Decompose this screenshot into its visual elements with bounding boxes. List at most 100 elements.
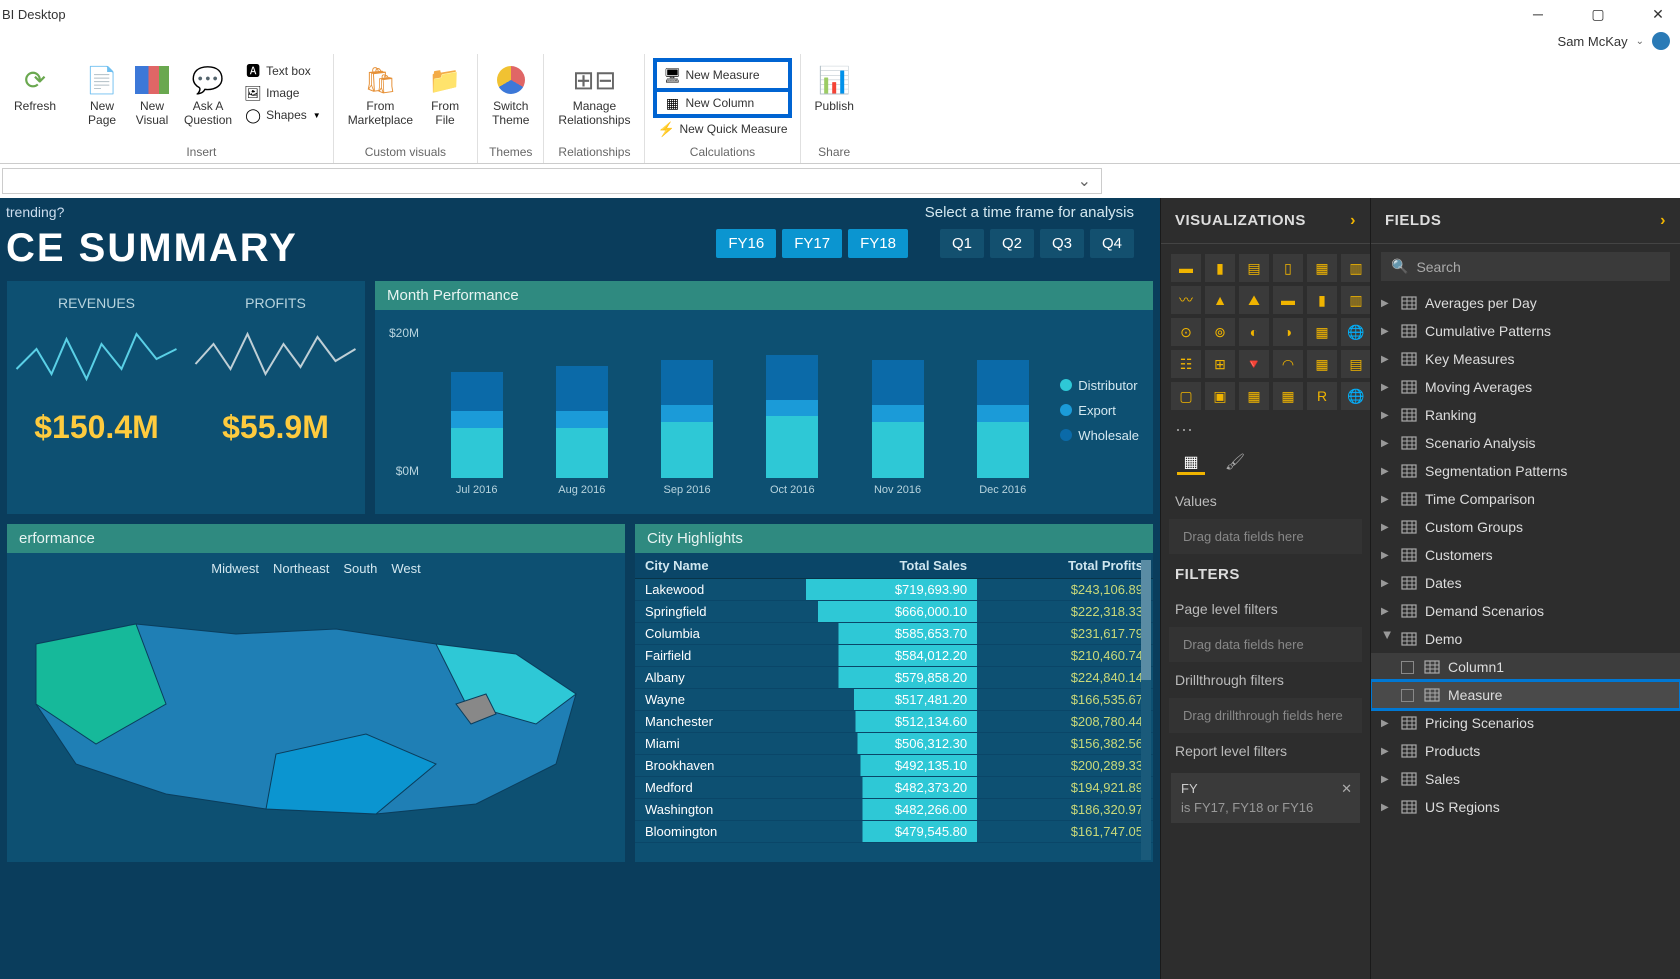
visual-type-icon[interactable]: ▦ <box>1273 382 1303 410</box>
publish-button[interactable]: 📊 Publish <box>809 58 860 118</box>
slicer-q1[interactable]: Q1 <box>940 229 984 258</box>
visual-type-icon[interactable]: ▤ <box>1341 350 1371 378</box>
visual-type-icon[interactable]: ▬ <box>1171 254 1201 282</box>
window-minimize[interactable]: ─ <box>1518 2 1558 26</box>
table-row[interactable]: Albany$579,858.20$224,840.14 <box>635 667 1153 689</box>
visual-type-icon[interactable]: ▥ <box>1341 254 1371 282</box>
table-row[interactable]: Springfield$666,000.10$222,318.33 <box>635 601 1153 623</box>
visual-type-icon[interactable]: ▲ <box>1205 286 1235 314</box>
switch-theme-button[interactable]: Switch Theme <box>486 58 535 132</box>
user-avatar[interactable] <box>1652 32 1670 50</box>
visual-type-icon[interactable]: 🌐 <box>1341 318 1371 346</box>
table-item[interactable]: ▶Sales <box>1371 765 1680 793</box>
visual-type-icon[interactable]: ▮ <box>1205 254 1235 282</box>
visual-type-icon[interactable]: ▣ <box>1205 382 1235 410</box>
visual-type-icon[interactable]: ◑ <box>1273 318 1303 346</box>
field-checkbox[interactable] <box>1401 661 1414 674</box>
visual-type-icon[interactable]: ⊞ <box>1205 350 1235 378</box>
visual-type-icon[interactable]: ⛰ <box>1239 286 1269 314</box>
fields-collapse-icon[interactable]: › <box>1660 212 1666 230</box>
table-row[interactable]: Columbia$585,653.70$231,617.79 <box>635 623 1153 645</box>
visual-type-icon[interactable]: 〰 <box>1171 286 1201 314</box>
from-file-button[interactable]: 📁 From File <box>421 58 469 132</box>
slicer-q4[interactable]: Q4 <box>1090 229 1134 258</box>
slicer-q3[interactable]: Q3 <box>1040 229 1084 258</box>
visual-type-icon[interactable]: 🌐 <box>1341 382 1371 410</box>
visual-type-icon[interactable]: ▦ <box>1239 382 1269 410</box>
slicer-q2[interactable]: Q2 <box>990 229 1034 258</box>
table-item[interactable]: ▶Demo <box>1371 625 1680 653</box>
table-row[interactable]: Wayne$517,481.20$166,535.67 <box>635 689 1153 711</box>
from-marketplace-button[interactable]: 🛍 From Marketplace <box>342 58 419 132</box>
image-button[interactable]: 🖼Image <box>240 82 325 104</box>
visual-type-icon[interactable]: ▯ <box>1273 254 1303 282</box>
report-filter-fy[interactable]: FY ✕ is FY17, FY18 or FY16 <box>1171 773 1360 823</box>
table-row[interactable]: Lakewood$719,693.90$243,106.89 <box>635 579 1153 601</box>
table-item[interactable]: ▶Scenario Analysis <box>1371 429 1680 457</box>
city-highlights-card[interactable]: City Highlights City Name Total Sales To… <box>634 523 1154 863</box>
vis-collapse-icon[interactable]: › <box>1350 212 1356 230</box>
table-item[interactable]: ▶Moving Averages <box>1371 373 1680 401</box>
slicer-fy18[interactable]: FY18 <box>848 229 908 258</box>
visual-type-icon[interactable]: ▦ <box>1307 350 1337 378</box>
new-column-button[interactable]: ▦New Column <box>653 92 791 118</box>
table-row[interactable]: Miami$506,312.30$156,382.56 <box>635 733 1153 755</box>
col-city[interactable]: City Name <box>635 553 806 579</box>
table-row[interactable]: Brookhaven$492,135.10$200,289.33 <box>635 755 1153 777</box>
slicer-fy16[interactable]: FY16 <box>716 229 776 258</box>
table-row[interactable]: Washington$482,266.00$186,320.97 <box>635 799 1153 821</box>
new-quick-measure-button[interactable]: ⚡New Quick Measure <box>653 118 791 140</box>
slicer-fy17[interactable]: FY17 <box>782 229 842 258</box>
new-visual-button[interactable]: New Visual <box>128 58 176 132</box>
more-visuals-icon[interactable]: ⋯ <box>1161 420 1370 441</box>
table-item[interactable]: ▶Cumulative Patterns <box>1371 317 1680 345</box>
table-item[interactable]: ▶Key Measures <box>1371 345 1680 373</box>
table-item[interactable]: ▶Custom Groups <box>1371 513 1680 541</box>
visual-type-icon[interactable]: ▢ <box>1171 382 1201 410</box>
textbox-button[interactable]: 🅰Text box <box>240 60 325 82</box>
table-item[interactable]: ▶Products <box>1371 737 1680 765</box>
visual-type-icon[interactable]: ◐ <box>1239 318 1269 346</box>
formula-expand-icon[interactable]: ⌄ <box>1068 171 1101 191</box>
visual-type-icon[interactable]: ▦ <box>1307 254 1337 282</box>
visual-type-icon[interactable]: ◠ <box>1273 350 1303 378</box>
fields-search[interactable]: 🔍 Search <box>1381 252 1670 281</box>
visual-type-icon[interactable]: ⊚ <box>1205 318 1235 346</box>
formula-bar[interactable]: ⌄ <box>2 168 1102 194</box>
field-item[interactable]: Measure <box>1371 681 1680 709</box>
table-item[interactable]: ▶Time Comparison <box>1371 485 1680 513</box>
col-profits[interactable]: Total Profits <box>977 553 1153 579</box>
table-item[interactable]: ▶US Regions <box>1371 793 1680 821</box>
visual-type-icon[interactable]: ▤ <box>1239 254 1269 282</box>
refresh-button[interactable]: ⟳ Refresh <box>8 58 62 118</box>
window-maximize[interactable]: ▢ <box>1578 2 1618 26</box>
new-measure-button[interactable]: 🖥New Measure <box>653 58 791 92</box>
table-row[interactable]: Bloomington$479,545.80$161,747.05 <box>635 821 1153 843</box>
visual-type-icon[interactable]: ☷ <box>1171 350 1201 378</box>
drill-dropzone[interactable]: Drag drillthrough fields here <box>1169 698 1362 733</box>
table-item[interactable]: ▶Dates <box>1371 569 1680 597</box>
window-close[interactable]: ✕ <box>1638 2 1678 26</box>
new-page-button[interactable]: 📄 New Page <box>78 58 126 132</box>
table-item[interactable]: ▶Customers <box>1371 541 1680 569</box>
month-performance-card[interactable]: Month Performance $20M $0M Jul 2016Aug 2… <box>374 280 1154 515</box>
visual-type-icon[interactable]: ▮ <box>1307 286 1337 314</box>
visual-type-icon[interactable]: ▬ <box>1273 286 1303 314</box>
visual-type-icon[interactable]: R <box>1307 382 1337 410</box>
page-filters-dropzone[interactable]: Drag data fields here <box>1169 627 1362 662</box>
table-scrollbar[interactable] <box>1141 560 1151 860</box>
manage-relationships-button[interactable]: ⊞⊟ Manage Relationships <box>552 58 636 132</box>
values-dropzone[interactable]: Drag data fields here <box>1169 519 1362 554</box>
field-checkbox[interactable] <box>1401 689 1414 702</box>
visual-type-icon[interactable]: ▦ <box>1307 318 1337 346</box>
table-item[interactable]: ▶Segmentation Patterns <box>1371 457 1680 485</box>
visual-type-icon[interactable]: 🔻 <box>1239 350 1269 378</box>
report-canvas[interactable]: trending? CE SUMMARY Select a time frame… <box>0 198 1160 979</box>
table-item[interactable]: ▶Pricing Scenarios <box>1371 709 1680 737</box>
format-tab[interactable]: 🖌 <box>1221 451 1249 475</box>
col-sales[interactable]: Total Sales <box>806 553 977 579</box>
table-row[interactable]: Manchester$512,134.60$208,780.44 <box>635 711 1153 733</box>
ask-question-button[interactable]: 💬 Ask A Question <box>178 58 238 132</box>
table-item[interactable]: ▶Ranking <box>1371 401 1680 429</box>
table-row[interactable]: Fairfield$584,012.20$210,460.74 <box>635 645 1153 667</box>
